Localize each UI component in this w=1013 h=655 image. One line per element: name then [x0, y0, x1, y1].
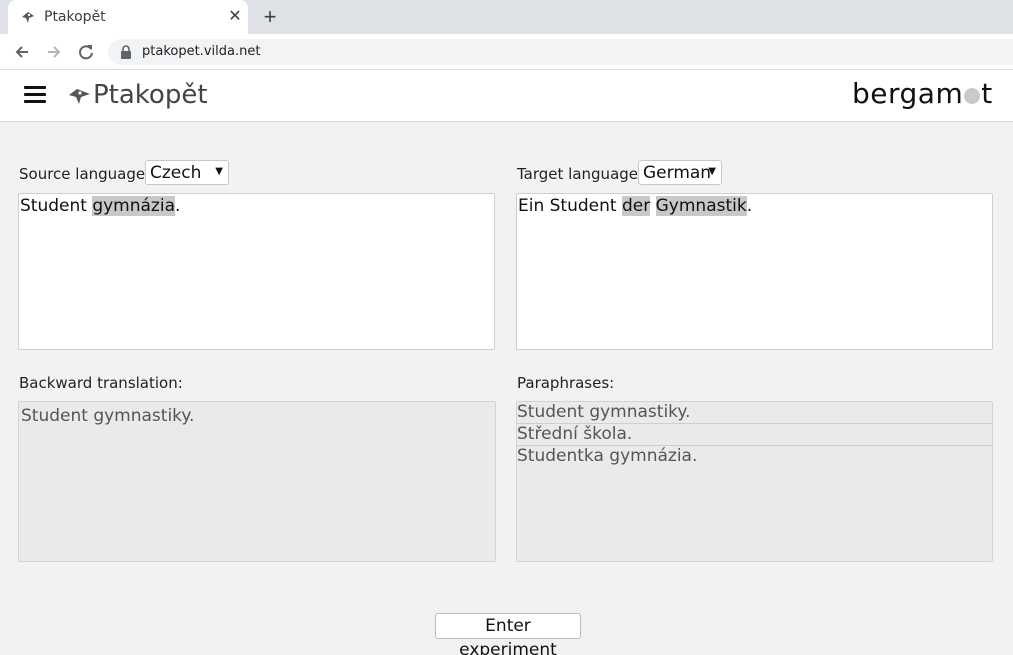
paraphrase-item[interactable]: Střední škola.: [517, 424, 992, 446]
forward-arrow-icon[interactable]: [43, 41, 65, 63]
enter-experiment-button[interactable]: Enter experiment: [435, 613, 581, 655]
chevron-down-icon: ▼: [215, 166, 223, 177]
new-tab-icon[interactable]: +: [259, 4, 281, 30]
browser-tab[interactable]: Ptakopět ✕: [8, 0, 248, 34]
source-language-select[interactable]: Czech ▼: [145, 160, 229, 185]
backward-translation-box: Student gymnastiky.: [18, 401, 496, 562]
paraphrases-label: Paraphrases:: [517, 374, 615, 392]
target-language-value: German: [643, 163, 712, 183]
url-text: ptakopet.vilda.net: [142, 44, 261, 59]
paraphrase-item[interactable]: Studentka gymnázia.: [517, 446, 992, 468]
target-text-output[interactable]: Ein Student der Gymnastik.: [516, 193, 993, 350]
text-segment: [650, 196, 655, 216]
text-segment: Ein Student: [518, 196, 622, 216]
highlighted-word[interactable]: gymnázia: [92, 196, 175, 216]
app-header: Ptakopět bergam t: [0, 70, 1013, 122]
chevron-down-icon: ▼: [708, 166, 716, 177]
paraphrase-item[interactable]: Student gymnastiky.: [517, 402, 992, 424]
tab-title: Ptakopět: [44, 9, 106, 25]
browser-toolbar: ptakopet.vilda.net: [0, 34, 1013, 70]
source-text-input[interactable]: Student gymnázia.: [18, 193, 495, 350]
bergamot-logo[interactable]: bergam t: [852, 77, 993, 110]
hamburger-menu-icon[interactable]: [24, 86, 46, 106]
back-arrow-icon[interactable]: [11, 41, 33, 63]
text-segment: Student: [20, 196, 93, 216]
bergamot-fruit-icon: [964, 88, 981, 104]
paraphrases-list: Student gymnastiky. Střední škola. Student…: [516, 401, 993, 562]
ptakopet-logo-icon: [69, 89, 90, 104]
backward-translation-text: Student gymnastiky.: [21, 406, 195, 426]
backward-translation-label: Backward translation:: [19, 374, 183, 392]
text-segment: .: [175, 196, 181, 216]
text-segment: .: [746, 196, 753, 216]
highlighted-word[interactable]: der: [621, 196, 651, 216]
target-language-label: Target language:: [517, 165, 644, 183]
bergamot-logo-text-start: bergam: [852, 77, 964, 110]
ptakopet-favicon-icon: [22, 12, 34, 23]
source-language-label: Source language:: [19, 165, 151, 183]
brand-name[interactable]: Ptakopět: [93, 80, 208, 110]
highlighted-word[interactable]: Gymnastik: [655, 196, 747, 216]
target-language-select[interactable]: German ▼: [638, 160, 722, 185]
bergamot-logo-text-end: t: [981, 77, 993, 110]
address-bar[interactable]: ptakopet.vilda.net: [108, 39, 1013, 65]
reload-icon[interactable]: [75, 41, 97, 63]
browser-tab-bar: Ptakopět ✕ +: [0, 0, 1013, 34]
close-tab-icon[interactable]: ✕: [226, 6, 244, 26]
lock-icon: [121, 45, 131, 59]
source-language-value: Czech: [150, 163, 202, 183]
